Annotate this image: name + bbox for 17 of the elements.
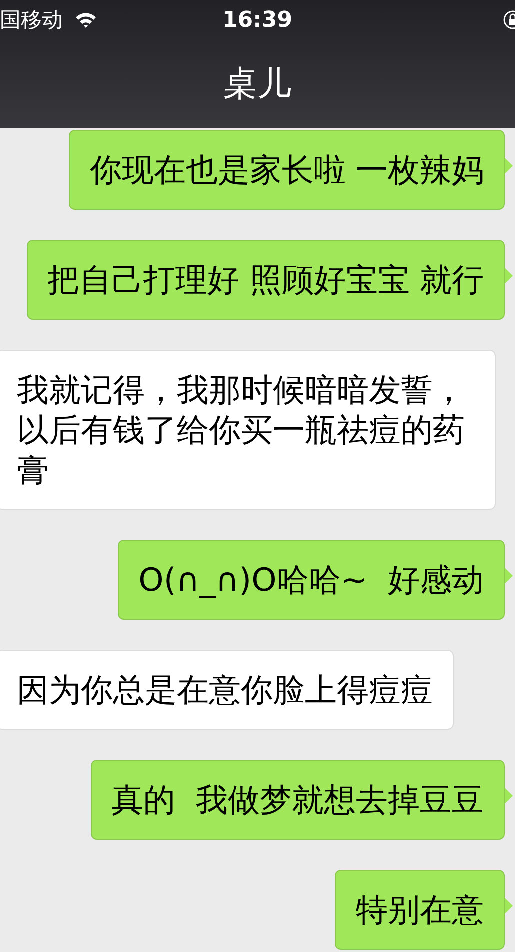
bubble-tail	[505, 898, 513, 914]
bubble-tail	[505, 268, 513, 284]
message-bubble: 特别在意	[335, 870, 505, 950]
message-bubble: 真的 我做梦就想去掉豆豆	[90, 760, 505, 840]
lock-icon	[503, 10, 515, 30]
status-time: 16:39	[221, 8, 294, 32]
bubble-tail	[505, 568, 513, 584]
bubble-tail	[505, 788, 513, 804]
message-bubble: 我就记得，我那时候暗暗发誓，以后有钱了给你买一瓶祛痘的药膏	[0, 350, 496, 510]
message-bubble: O(∩_∩)O哈哈~ 好感动	[118, 540, 505, 620]
message-bubble: 你现在也是家长啦 一枚辣妈	[68, 130, 505, 210]
carrier-name: 国移动	[0, 7, 63, 34]
message-bubble: 因为你总是在意你脸上得痘痘	[0, 650, 454, 730]
wifi-icon	[75, 12, 97, 28]
bubble-tail	[505, 158, 513, 174]
message-bubble: 把自己打理好 照顾好宝宝 就行	[26, 240, 505, 320]
chat-title: 桌儿	[222, 63, 292, 106]
